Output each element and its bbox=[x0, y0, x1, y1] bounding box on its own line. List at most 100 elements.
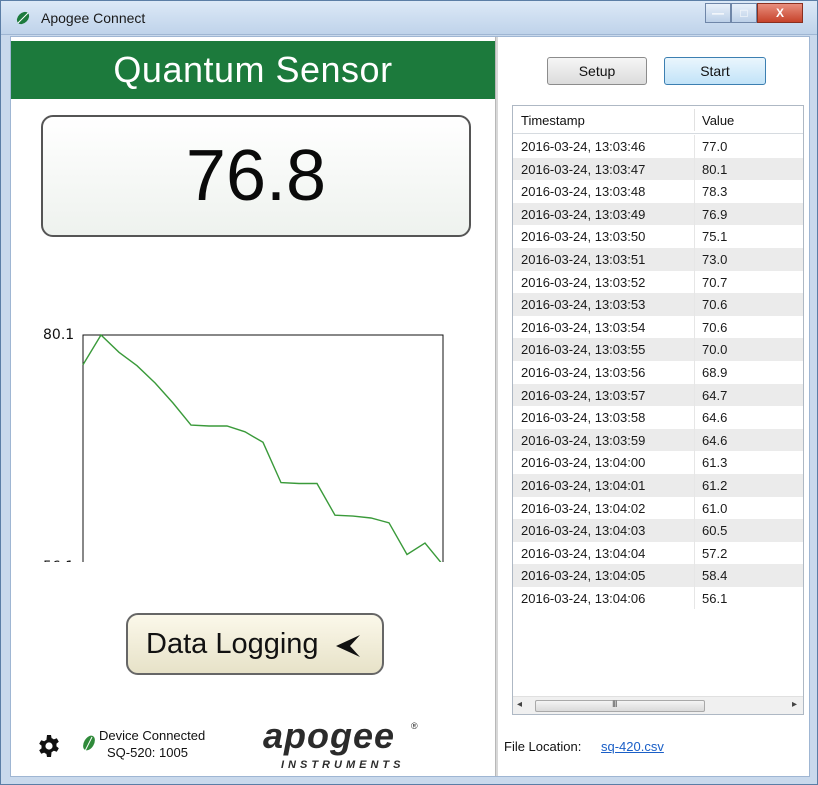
cell-timestamp: 2016-03-24, 13:03:55 bbox=[521, 342, 646, 358]
chart-svg: 80.156.113:0313:04 bbox=[43, 327, 463, 587]
cell-separator bbox=[694, 428, 695, 452]
cell-value: 78.3 bbox=[702, 184, 728, 200]
cell-value: 70.0 bbox=[702, 342, 728, 358]
cell-timestamp: 2016-03-24, 13:03:57 bbox=[521, 387, 646, 403]
cell-separator bbox=[694, 180, 695, 203]
file-location-label: File Location: bbox=[504, 739, 582, 754]
table-row[interactable]: 2016-03-24, 13:03:48 78.3 bbox=[513, 180, 803, 203]
scroll-grip-icon: III bbox=[612, 699, 617, 709]
cell-value: 80.1 bbox=[702, 161, 728, 177]
maximize-icon: □ bbox=[740, 6, 748, 20]
cell-timestamp: 2016-03-24, 13:04:00 bbox=[521, 455, 646, 471]
arrow-left-icon bbox=[336, 635, 360, 657]
title-bar[interactable]: Apogee Connect — □ X bbox=[1, 1, 817, 35]
cell-value: 61.0 bbox=[702, 500, 728, 516]
table-row[interactable]: 2016-03-24, 13:03:54 70.6 bbox=[513, 315, 803, 339]
horizontal-scrollbar[interactable]: ◂ III ▸ bbox=[513, 696, 803, 714]
logo-registered: ® bbox=[411, 721, 418, 731]
cell-separator bbox=[694, 541, 695, 565]
table-row[interactable]: 2016-03-24, 13:04:06 56.1 bbox=[513, 586, 803, 610]
cell-separator bbox=[694, 586, 695, 610]
table-row[interactable]: 2016-03-24, 13:03:51 73.0 bbox=[513, 247, 803, 271]
cell-value: 77.0 bbox=[702, 139, 728, 154]
reading-chart: 80.156.113:0313:04 bbox=[11, 282, 495, 587]
table-row[interactable]: 2016-03-24, 13:04:00 61.3 bbox=[513, 451, 803, 474]
table-row[interactable]: 2016-03-24, 13:04:02 61.0 bbox=[513, 496, 803, 520]
cell-separator bbox=[694, 338, 695, 361]
setup-button[interactable]: Setup bbox=[547, 57, 647, 85]
maximize-button[interactable]: □ bbox=[731, 3, 757, 23]
table-row[interactable]: 2016-03-24, 13:03:55 70.0 bbox=[513, 338, 803, 361]
table-row[interactable]: 2016-03-24, 13:04:01 61.2 bbox=[513, 473, 803, 497]
scroll-left-icon[interactable]: ◂ bbox=[517, 699, 522, 710]
app-window: Apogee Connect — □ X Quantum Sensor 76.8… bbox=[0, 0, 818, 785]
y-min-label: 56.1 bbox=[43, 559, 74, 562]
cell-separator bbox=[694, 360, 695, 384]
table-row[interactable]: 2016-03-24, 13:03:46 77.0 bbox=[513, 135, 803, 158]
table-row[interactable]: 2016-03-24, 13:03:49 76.9 bbox=[513, 202, 803, 226]
gear-icon[interactable] bbox=[37, 734, 61, 758]
client-area: Quantum Sensor 76.8 80.156.113:0313:04 D… bbox=[10, 36, 810, 777]
start-button[interactable]: Start bbox=[664, 57, 766, 85]
cell-timestamp: 2016-03-24, 13:04:04 bbox=[521, 545, 646, 561]
cell-separator bbox=[694, 496, 695, 520]
table-row[interactable]: 2016-03-24, 13:04:03 60.5 bbox=[513, 519, 803, 542]
cell-timestamp: 2016-03-24, 13:03:54 bbox=[521, 319, 646, 335]
cell-value: 68.9 bbox=[702, 364, 728, 380]
device-connected-text: Device Connected bbox=[99, 728, 206, 743]
cell-value: 61.3 bbox=[702, 455, 728, 471]
table-row[interactable]: 2016-03-24, 13:03:50 75.1 bbox=[513, 225, 803, 248]
data-table[interactable]: Timestamp Value 2016-03-24, 13:03:46 77.0… bbox=[512, 105, 804, 715]
table-row[interactable]: 2016-03-24, 13:03:52 70.7 bbox=[513, 270, 803, 294]
scroll-thumb[interactable]: III bbox=[535, 699, 705, 712]
device-model-text: SQ-520: 1005 bbox=[107, 745, 188, 760]
table-row[interactable]: 2016-03-24, 13:04:04 57.2 bbox=[513, 541, 803, 565]
left-panel: Quantum Sensor 76.8 80.156.113:0313:04 D… bbox=[11, 37, 495, 776]
column-separator[interactable] bbox=[694, 109, 695, 131]
table-row[interactable]: 2016-03-24, 13:03:47 80.1 bbox=[513, 157, 803, 181]
table-row[interactable]: 2016-03-24, 13:03:58 64.6 bbox=[513, 406, 803, 429]
cell-separator bbox=[694, 473, 695, 497]
cell-separator bbox=[694, 519, 695, 542]
scroll-right-icon[interactable]: ▸ bbox=[792, 699, 797, 710]
cell-separator bbox=[694, 225, 695, 248]
column-header-value[interactable]: Value bbox=[702, 113, 734, 128]
table-body: 2016-03-24, 13:03:46 77.0 2016-03-24, 13:0… bbox=[513, 135, 803, 610]
cell-value: 73.0 bbox=[702, 251, 728, 267]
cell-timestamp: 2016-03-24, 13:04:03 bbox=[521, 523, 646, 539]
app-leaf-icon bbox=[16, 11, 30, 25]
table-row[interactable]: 2016-03-24, 13:03:59 64.6 bbox=[513, 428, 803, 452]
cell-timestamp: 2016-03-24, 13:03:53 bbox=[521, 297, 646, 313]
minimize-button[interactable]: — bbox=[705, 3, 731, 23]
cell-separator bbox=[694, 315, 695, 339]
logo-word: apogee bbox=[263, 715, 396, 756]
table-row[interactable]: 2016-03-24, 13:03:56 68.9 bbox=[513, 360, 803, 384]
cell-separator bbox=[694, 135, 695, 158]
column-header-timestamp[interactable]: Timestamp bbox=[521, 113, 585, 128]
cell-timestamp: 2016-03-24, 13:04:02 bbox=[521, 500, 646, 516]
table-row[interactable]: 2016-03-24, 13:04:05 58.4 bbox=[513, 564, 803, 587]
cell-timestamp: 2016-03-24, 13:04:01 bbox=[521, 477, 646, 493]
cell-separator bbox=[694, 383, 695, 407]
cell-value: 64.6 bbox=[702, 410, 728, 426]
current-reading: 76.8 bbox=[185, 136, 327, 216]
cell-value: 57.2 bbox=[702, 545, 728, 561]
file-location-link[interactable]: sq-420.csv bbox=[601, 739, 664, 754]
cell-value: 60.5 bbox=[702, 523, 728, 539]
data-logging-label: Data Logging bbox=[146, 627, 319, 660]
cell-timestamp: 2016-03-24, 13:03:58 bbox=[521, 410, 646, 426]
data-logging-button[interactable]: Data Logging bbox=[126, 613, 384, 675]
cell-timestamp: 2016-03-24, 13:03:51 bbox=[521, 251, 646, 267]
right-panel: Setup Start Timestamp Value 2016-03-24, … bbox=[498, 37, 809, 776]
table-row[interactable]: 2016-03-24, 13:03:57 64.7 bbox=[513, 383, 803, 407]
cell-separator bbox=[694, 202, 695, 226]
cell-timestamp: 2016-03-24, 13:03:46 bbox=[521, 139, 646, 154]
table-row[interactable]: 2016-03-24, 13:03:53 70.6 bbox=[513, 293, 803, 316]
cell-value: 75.1 bbox=[702, 229, 728, 245]
cell-value: 61.2 bbox=[702, 477, 728, 493]
close-button[interactable]: X bbox=[757, 3, 803, 23]
cell-value: 58.4 bbox=[702, 568, 728, 584]
cell-timestamp: 2016-03-24, 13:04:06 bbox=[521, 590, 646, 606]
cell-separator bbox=[694, 157, 695, 181]
cell-value: 70.7 bbox=[702, 274, 728, 290]
